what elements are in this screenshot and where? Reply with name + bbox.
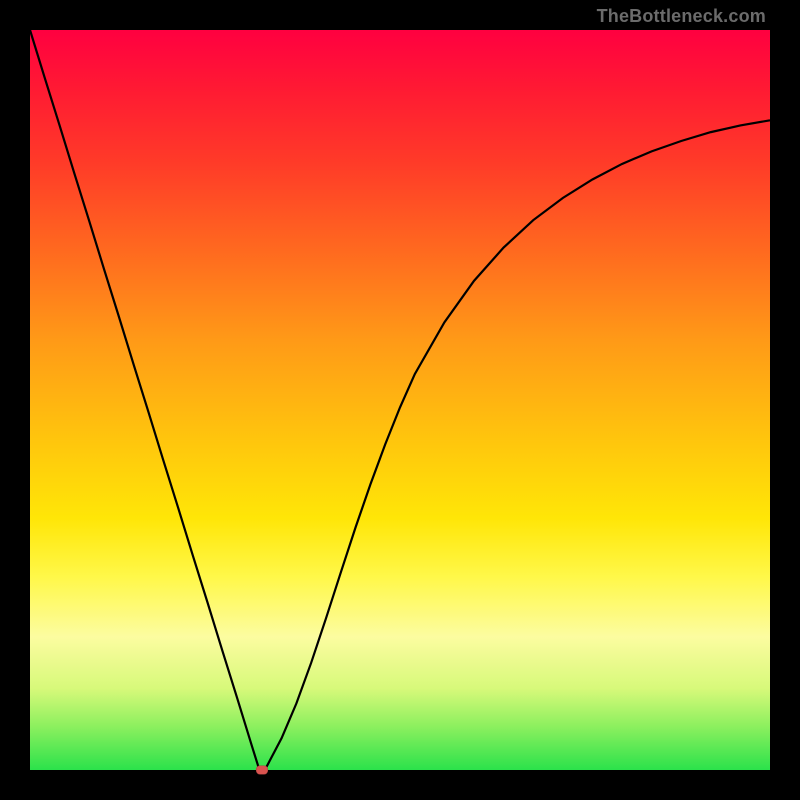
plot-area [30, 30, 770, 770]
chart-frame: TheBottleneck.com [0, 0, 800, 800]
watermark-text: TheBottleneck.com [597, 6, 766, 27]
curve-path [30, 30, 770, 770]
bottleneck-curve [30, 30, 770, 770]
curve-minimum-marker [256, 766, 268, 775]
